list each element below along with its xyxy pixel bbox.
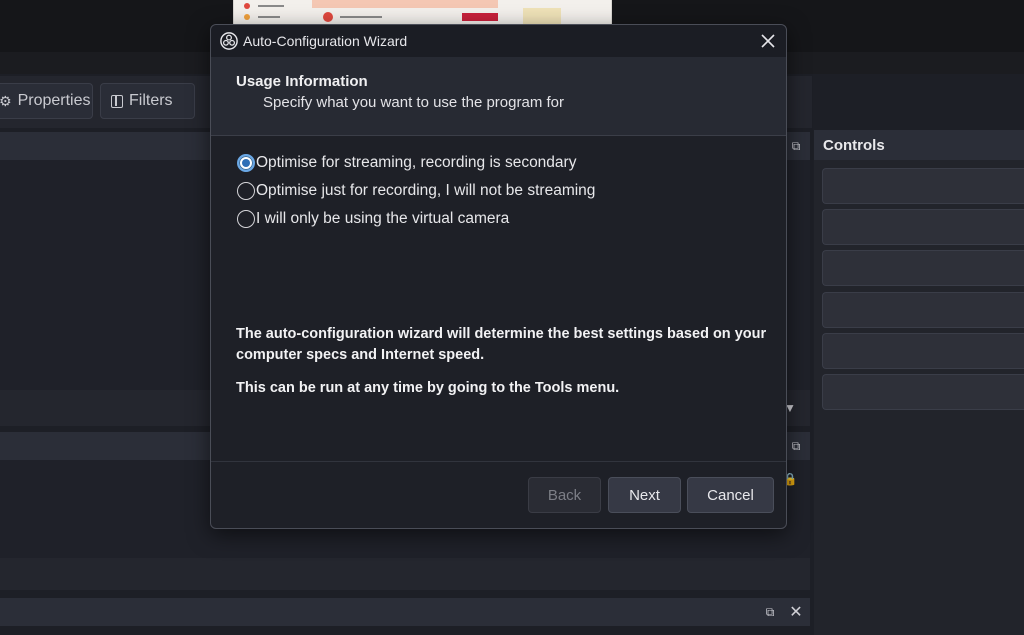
controls-title: Controls	[814, 130, 1024, 160]
radio-button[interactable]	[237, 210, 255, 228]
thumb-line	[258, 16, 280, 18]
back-button[interactable]: Back	[528, 477, 601, 513]
page-title: Usage Information	[236, 73, 368, 90]
thumb-line	[340, 16, 382, 18]
undock-icon[interactable]: ⧉	[789, 139, 803, 153]
thumb-dot	[244, 14, 250, 20]
info-text-tools: This can be run at any time by going to …	[236, 380, 620, 396]
control-button[interactable]	[822, 333, 1024, 369]
page-subtitle: Specify what you want to use the program…	[263, 94, 564, 111]
control-button[interactable]	[822, 168, 1024, 204]
thumb-dot	[323, 12, 333, 22]
close-icon[interactable]: ✕	[789, 604, 803, 621]
filters-label: Filters	[129, 92, 173, 109]
control-button[interactable]	[822, 292, 1024, 328]
radio-button[interactable]	[237, 182, 255, 200]
thumb-block	[523, 8, 561, 25]
radio-option-recording[interactable]: Optimise just for recording, I will not …	[237, 182, 595, 200]
radio-option-virtual-camera[interactable]: I will only be using the virtual camera	[237, 210, 509, 228]
dialog-titlebar: Auto-Configuration Wizard	[211, 25, 786, 57]
preview-thumbnail	[233, 0, 612, 26]
undock-icon[interactable]: ⧉	[789, 439, 803, 453]
control-button[interactable]	[822, 374, 1024, 410]
next-button[interactable]: Next	[608, 477, 681, 513]
auto-config-dialog: Auto-Configuration Wizard Usage Informat…	[210, 24, 787, 529]
thumb-block	[312, 0, 498, 8]
sources-panel-toolbar	[0, 558, 810, 590]
info-text: The auto-configuration wizard will deter…	[236, 326, 767, 363]
close-icon[interactable]	[758, 31, 778, 51]
radio-option-streaming[interactable]: Optimise for streaming, recording is sec…	[237, 154, 576, 172]
filters-icon	[111, 94, 123, 108]
control-button[interactable]	[822, 209, 1024, 245]
undock-icon[interactable]: ⧉	[763, 605, 777, 619]
radio-label: Optimise just for recording, I will not …	[256, 182, 596, 199]
cancel-button[interactable]: Cancel	[687, 477, 774, 513]
dialog-header: Usage Information Specify what you want …	[211, 57, 786, 136]
dialog-title: Auto-Configuration Wizard	[243, 33, 408, 49]
properties-button[interactable]: ⚙ Properties	[0, 83, 93, 119]
radio-label: I will only be using the virtual camera	[256, 210, 510, 227]
thumb-block	[462, 13, 498, 21]
obs-logo-icon	[220, 32, 238, 50]
mixer-panel-header	[0, 598, 810, 626]
gear-icon: ⚙	[0, 92, 12, 109]
thumb-line	[258, 5, 284, 7]
thumb-dot	[244, 3, 250, 9]
properties-label: Properties	[17, 92, 91, 109]
radio-button-selected[interactable]	[237, 154, 255, 172]
control-button[interactable]	[822, 250, 1024, 286]
filters-button[interactable]: Filters	[100, 83, 195, 119]
radio-label: Optimise for streaming, recording is sec…	[256, 154, 577, 171]
